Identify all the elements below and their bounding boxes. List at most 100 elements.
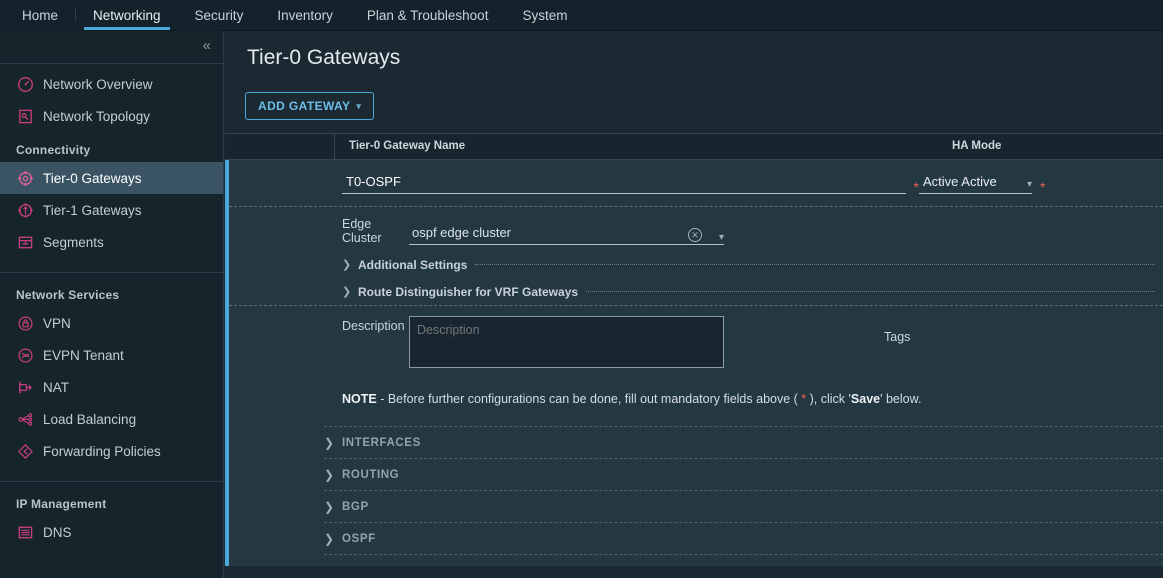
sidebar-divider bbox=[0, 481, 223, 482]
sidebar-item-evpn-tenant[interactable]: EVPN Tenant bbox=[0, 339, 223, 371]
chevron-right-icon: ❯ bbox=[324, 499, 335, 514]
gateways-table: Tier-0 Gateway Name HA Mode * Active Act… bbox=[225, 133, 1163, 566]
sidebar-item-label: Segments bbox=[43, 234, 104, 250]
load-balancing-icon bbox=[16, 410, 34, 428]
sidebar-item-label: Network Topology bbox=[43, 108, 151, 124]
gauge-icon bbox=[16, 75, 34, 93]
topnav-label: Home bbox=[22, 7, 59, 23]
sidebar-collapse-button[interactable]: « bbox=[0, 31, 223, 59]
add-gateway-label: ADD GATEWAY bbox=[258, 99, 351, 113]
row-name-and-ha: * Active Active ▾ * bbox=[229, 160, 1163, 206]
clear-circle-icon[interactable]: ✕ bbox=[688, 228, 702, 242]
topnav-item-inventory[interactable]: Inventory bbox=[260, 0, 350, 30]
sidebar-item-network-topology[interactable]: Network Topology bbox=[0, 100, 223, 132]
section-label: BGP bbox=[342, 500, 369, 513]
gateway-name-cell: * bbox=[229, 172, 919, 194]
note-save-word: Save bbox=[850, 392, 881, 406]
sidebar-item-vpn[interactable]: VPN bbox=[0, 307, 223, 339]
required-asterisk: * bbox=[1040, 179, 1046, 195]
section-label: ROUTING bbox=[342, 468, 400, 481]
accordion-label: Route Distinguisher for VRF Gateways bbox=[358, 284, 579, 299]
ha-mode-select[interactable]: Active Active ▾ bbox=[919, 172, 1032, 194]
chevron-down-icon: ▾ bbox=[1026, 179, 1032, 190]
description-textarea[interactable] bbox=[409, 316, 724, 368]
section-label: OSPF bbox=[342, 532, 376, 545]
sidebar-item-label: NAT bbox=[43, 379, 69, 395]
table-header-spacer bbox=[225, 133, 335, 160]
chevron-right-icon: ❯ bbox=[342, 286, 352, 298]
section-ospf[interactable]: ❯ OSPF bbox=[229, 523, 1163, 554]
topnav-item-plan-troubleshoot[interactable]: Plan & Troubleshoot bbox=[350, 0, 506, 30]
sidebar-group-network-services-title: Network Services bbox=[16, 288, 120, 302]
sidebar-group-ip-management-title: IP Management bbox=[16, 497, 107, 511]
section-label: INTERFACES bbox=[342, 436, 421, 449]
sidebar-item-label: DNS bbox=[43, 524, 72, 540]
topnav-item-home[interactable]: Home bbox=[5, 0, 75, 30]
topnav-item-networking[interactable]: Networking bbox=[76, 0, 178, 30]
gateway-name-input[interactable] bbox=[342, 172, 906, 194]
sidebar-item-segments[interactable]: Segments bbox=[0, 226, 223, 258]
edge-cluster-value: ospf edge cluster bbox=[412, 225, 512, 240]
sidebar-item-tier-0-gateways[interactable]: Tier-0 Gateways bbox=[0, 162, 223, 194]
forwarding-policies-icon bbox=[16, 442, 34, 460]
vpn-lock-icon bbox=[16, 314, 34, 332]
sidebar-item-network-overview[interactable]: Network Overview bbox=[0, 68, 223, 100]
dotted-rule bbox=[475, 264, 1155, 265]
sidebar-item-tier-1-gateways[interactable]: Tier-1 Gateways bbox=[0, 194, 223, 226]
topnav-item-security[interactable]: Security bbox=[178, 0, 261, 30]
section-interfaces[interactable]: ❯ INTERFACES bbox=[229, 427, 1163, 458]
sidebar-item-label: Network Overview bbox=[43, 76, 153, 92]
sidebar-divider bbox=[0, 272, 223, 273]
topnav-label: Plan & Troubleshoot bbox=[366, 7, 489, 23]
section-bgp[interactable]: ❯ BGP bbox=[229, 491, 1163, 522]
top-navigation-bar: Home Networking Security Inventory Plan … bbox=[0, 0, 1163, 31]
sidebar-item-dns[interactable]: DNS bbox=[0, 516, 223, 548]
dotted-rule bbox=[586, 291, 1155, 292]
table-row-expanded: * Active Active ▾ * Edge Cluster bbox=[225, 160, 1163, 566]
sidebar-item-label: Tier-0 Gateways bbox=[43, 170, 142, 186]
tier1-icon bbox=[16, 201, 34, 219]
chevron-right-icon: ❯ bbox=[324, 531, 335, 546]
chevron-right-icon: ❯ bbox=[324, 435, 335, 450]
tags-label: Tags bbox=[884, 330, 911, 344]
sidebar-item-nat[interactable]: NAT bbox=[0, 371, 223, 403]
double-chevron-left-icon: « bbox=[202, 36, 211, 54]
toolbar: ADD GATEWAY ▾ bbox=[225, 70, 1163, 120]
chevron-down-icon: ▾ bbox=[356, 100, 362, 111]
topnav-label: Inventory bbox=[277, 7, 333, 23]
left-sidebar: « Network Overview Network Topology Conn… bbox=[0, 31, 224, 578]
section-separator bbox=[324, 554, 1163, 555]
segments-icon bbox=[16, 233, 34, 251]
sidebar-item-load-balancing[interactable]: Load Balancing bbox=[0, 403, 223, 435]
column-header-gateway-name[interactable]: Tier-0 Gateway Name bbox=[335, 133, 938, 160]
description-label: Description bbox=[342, 319, 405, 333]
topnav-item-system[interactable]: System bbox=[505, 0, 584, 30]
chevron-right-icon: ❯ bbox=[324, 467, 335, 482]
edge-cluster-row: Edge Cluster ospf edge cluster ✕ ▾ bbox=[229, 207, 1163, 251]
column-header-ha-mode[interactable]: HA Mode bbox=[938, 133, 1158, 160]
page-title: Tier-0 Gateways bbox=[247, 46, 401, 69]
accordion-label: Additional Settings bbox=[358, 257, 468, 272]
ha-mode-value: Active Active bbox=[923, 174, 997, 189]
dns-icon bbox=[16, 523, 34, 541]
note-text-part3: ' below. bbox=[880, 392, 922, 406]
description-row: Description Tags bbox=[229, 306, 1163, 368]
sidebar-item-label: Forwarding Policies bbox=[43, 443, 161, 459]
mandatory-fields-note: NOTE - Before further configurations can… bbox=[229, 368, 1163, 406]
add-gateway-button[interactable]: ADD GATEWAY ▾ bbox=[245, 92, 375, 120]
sidebar-item-forwarding-policies[interactable]: Forwarding Policies bbox=[0, 435, 223, 467]
edge-cluster-select[interactable]: ospf edge cluster ✕ ▾ bbox=[409, 225, 724, 245]
tier0-icon bbox=[16, 169, 34, 187]
topnav-label: System bbox=[522, 7, 568, 23]
accordion-route-distinguisher[interactable]: ❯ Route Distinguisher for VRF Gateways bbox=[229, 278, 1163, 305]
sidebar-divider bbox=[0, 63, 223, 64]
sidebar-item-label: EVPN Tenant bbox=[43, 347, 124, 363]
sidebar-item-label: Load Balancing bbox=[43, 411, 137, 427]
sidebar-item-label: VPN bbox=[43, 315, 71, 331]
note-dash: - bbox=[376, 392, 388, 406]
accordion-additional-settings[interactable]: ❯ Additional Settings bbox=[229, 251, 1163, 278]
main-content: Tier-0 Gateways ADD GATEWAY ▾ Tier-0 Gat… bbox=[225, 32, 1163, 578]
topology-icon bbox=[16, 107, 34, 125]
note-prefix: NOTE bbox=[342, 392, 377, 406]
section-routing[interactable]: ❯ ROUTING bbox=[229, 459, 1163, 490]
